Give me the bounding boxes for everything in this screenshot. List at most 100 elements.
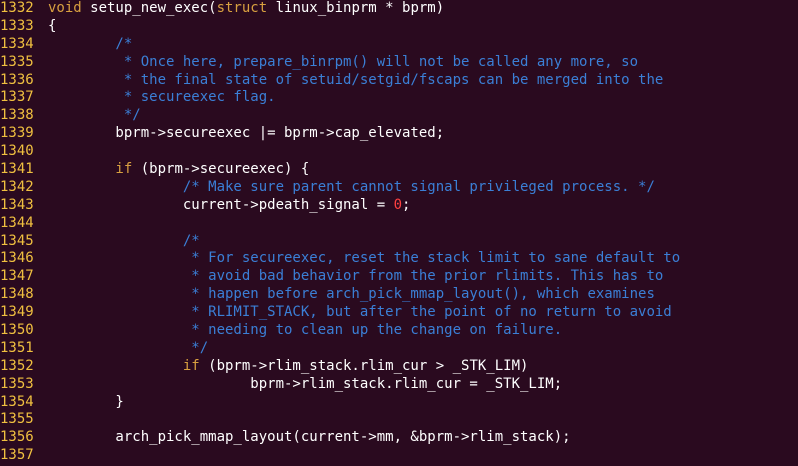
code-text: * For secureexec, reset the stack limit …	[44, 250, 798, 268]
line-number: 1334	[0, 35, 34, 52]
code-token: ;	[402, 196, 411, 213]
code-line[interactable]: 1353 bprm->rlim_stack.rlim_cur = _STK_LI…	[0, 376, 798, 394]
code-token: if	[48, 161, 133, 178]
line-number: 1343	[0, 196, 34, 213]
code-text: * the final state of setuid/setgid/fscap…	[44, 72, 798, 90]
code-token: */	[48, 339, 209, 356]
code-line[interactable]: 1333 {	[0, 18, 798, 36]
code-line[interactable]: 1334 /*	[0, 36, 798, 54]
line-number: 1355	[0, 411, 34, 428]
code-text: bprm->secureexec |= bprm->cap_elevated;	[44, 125, 798, 143]
code-token: arch_pick_mmap_layout(current->mm, &bprm…	[48, 429, 571, 446]
code-line[interactable]: 1341 if (bprm->secureexec) {	[0, 161, 798, 179]
code-token: /*	[48, 232, 200, 249]
code-token: struct	[216, 0, 268, 16]
code-text: /*	[44, 233, 798, 251]
code-text: bprm->rlim_stack.rlim_cur = _STK_LIM;	[44, 376, 798, 394]
line-number: 1348	[0, 286, 34, 303]
line-number: 1341	[0, 161, 34, 178]
line-number: 1351	[0, 339, 34, 356]
line-number: 1340	[0, 143, 34, 160]
code-line[interactable]: 1357	[0, 447, 798, 465]
code-text: * happen before arch_pick_mmap_layout(),…	[44, 286, 798, 304]
code-line[interactable]: 1355	[0, 411, 798, 429]
code-line[interactable]: 1332 void setup_new_exec(struct linux_bin…	[0, 0, 798, 18]
code-line[interactable]: 1345 /*	[0, 233, 798, 251]
code-line[interactable]: 1347 * avoid bad behavior from the prior…	[0, 268, 798, 286]
code-token: /* Make sure parent cannot signal privil…	[48, 178, 655, 195]
code-token: * the final state of setuid/setgid/fscap…	[48, 71, 664, 88]
code-text: if (bprm->rlim_stack.rlim_cur > _STK_LIM…	[44, 358, 798, 376]
code-line[interactable]: 1350 * needing to clean up the change on…	[0, 322, 798, 340]
line-number: 1333	[0, 17, 34, 34]
line-number: 1344	[0, 214, 34, 231]
code-line[interactable]: 1339 bprm->secureexec |= bprm->cap_eleva…	[0, 125, 798, 143]
code-text: */	[44, 340, 798, 358]
code-line[interactable]: 1336 * the final state of setuid/setgid/…	[0, 72, 798, 90]
line-number: 1354	[0, 393, 34, 410]
code-token: bprm->rlim_stack.rlim_cur = _STK_LIM;	[48, 375, 563, 392]
code-line[interactable]: 1343 current->pdeath_signal = 0;	[0, 197, 798, 215]
code-token: setup_new_exec(	[81, 0, 217, 16]
code-line[interactable]: 1340	[0, 143, 798, 161]
code-text: * needing to clean up the change on fail…	[44, 322, 798, 340]
code-line[interactable]: 1338 */	[0, 107, 798, 125]
code-editor[interactable]: 1332 void setup_new_exec(struct linux_bin…	[0, 0, 798, 466]
code-token: bprm->secureexec |= bprm->cap_elevated;	[48, 125, 445, 142]
code-token: * For secureexec, reset the stack limit …	[48, 250, 681, 267]
code-token: if	[48, 357, 200, 374]
line-number: 1336	[0, 71, 34, 88]
code-text: /* Make sure parent cannot signal privil…	[44, 179, 798, 197]
code-token: /*	[48, 35, 133, 52]
code-text: * Once here, prepare_binrpm() will not b…	[44, 54, 798, 72]
line-number: 1335	[0, 53, 34, 70]
code-token: (bprm->rlim_stack.rlim_cur > _STK_LIM)	[199, 357, 529, 374]
code-line[interactable]: 1352 if (bprm->rlim_stack.rlim_cur > _ST…	[0, 358, 798, 376]
code-text: * secureexec flag.	[44, 89, 798, 107]
code-line[interactable]: 1344	[0, 215, 798, 233]
line-number: 1352	[0, 357, 34, 374]
code-line[interactable]: 1337 * secureexec flag.	[0, 89, 798, 107]
code-line[interactable]: 1351 */	[0, 340, 798, 358]
code-token: void	[48, 0, 82, 16]
code-text: * avoid bad behavior from the prior rlim…	[44, 268, 798, 286]
line-number: 1347	[0, 268, 34, 285]
code-line[interactable]: 1348 * happen before arch_pick_mmap_layo…	[0, 286, 798, 304]
code-token: * Once here, prepare_binrpm() will not b…	[48, 53, 639, 70]
code-text: current->pdeath_signal = 0;	[44, 197, 798, 215]
line-number: 1356	[0, 429, 34, 446]
code-token: {	[48, 17, 57, 34]
code-token: * RLIMIT_STACK, but after the point of n…	[48, 304, 672, 321]
code-token: */	[48, 107, 141, 124]
code-token: linux_binprm * bprm)	[267, 0, 445, 16]
code-line[interactable]: 1346 * For secureexec, reset the stack l…	[0, 250, 798, 268]
code-line[interactable]: 1335 * Once here, prepare_binrpm() will …	[0, 54, 798, 72]
line-number: 1332	[0, 0, 34, 16]
line-number: 1357	[0, 447, 34, 464]
code-text: if (bprm->secureexec) {	[44, 161, 798, 179]
code-line[interactable]: 1342 /* Make sure parent cannot signal p…	[0, 179, 798, 197]
code-token: }	[48, 393, 124, 410]
line-number: 1337	[0, 89, 34, 106]
line-number: 1339	[0, 125, 34, 142]
line-number: 1350	[0, 322, 34, 339]
line-number: 1353	[0, 375, 34, 392]
code-text: {	[44, 18, 798, 36]
line-number: 1345	[0, 232, 34, 249]
code-token: 0	[393, 196, 403, 213]
code-line[interactable]: 1354 }	[0, 394, 798, 412]
line-number: 1346	[0, 250, 34, 267]
code-text: void setup_new_exec(struct linux_binprm …	[44, 0, 798, 18]
code-text: */	[44, 107, 798, 125]
code-text: /*	[44, 36, 798, 54]
code-text: * RLIMIT_STACK, but after the point of n…	[44, 304, 798, 322]
code-line[interactable]: 1356 arch_pick_mmap_layout(current->mm, …	[0, 429, 798, 447]
code-token: * avoid bad behavior from the prior rlim…	[48, 268, 664, 285]
code-line[interactable]: 1349 * RLIMIT_STACK, but after the point…	[0, 304, 798, 322]
code-token: (bprm->secureexec) {	[132, 161, 310, 178]
line-number: 1349	[0, 304, 34, 321]
